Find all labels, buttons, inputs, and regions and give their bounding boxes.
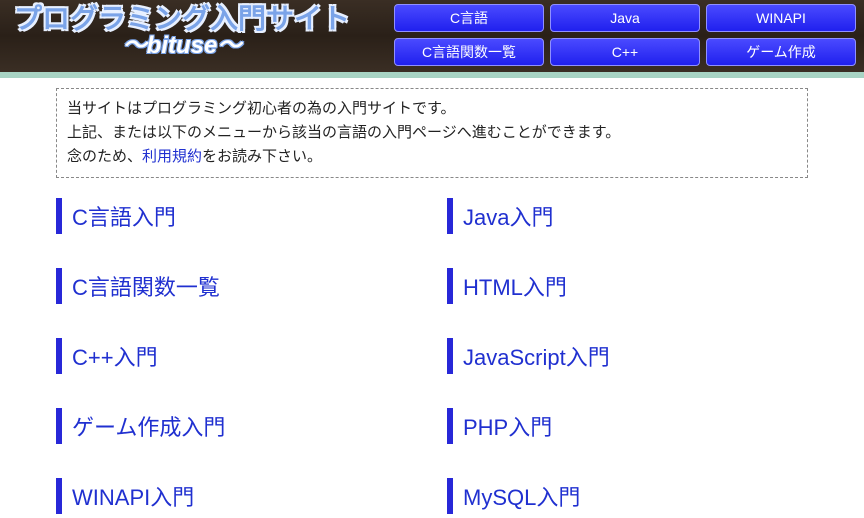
nav-c-func-list[interactable]: C言語関数一覧 [394, 38, 544, 66]
intro-line-3-prefix: 念のため、 [67, 148, 142, 165]
lang-php-intro[interactable]: PHP入門 [447, 408, 808, 444]
lang-game-dev-intro[interactable]: ゲーム作成入門 [56, 408, 417, 444]
site-title: プログラミング入門サイト [14, 3, 350, 34]
nav-cpp[interactable]: C++ [550, 38, 700, 66]
lang-javascript-intro[interactable]: JavaScript入門 [447, 338, 808, 374]
lang-c-intro[interactable]: C言語入門 [56, 198, 417, 234]
nav-game-dev[interactable]: ゲーム作成 [706, 38, 856, 66]
lang-html-intro[interactable]: HTML入門 [447, 268, 808, 304]
site-subtitle: 〜bituse〜 [14, 33, 350, 59]
intro-box: 当サイトはプログラミング初心者の為の入門サイトです。 上記、または以下のメニュー… [56, 88, 808, 178]
lang-winapi-intro[interactable]: WINAPI入門 [56, 478, 417, 514]
nav-winapi[interactable]: WINAPI [706, 4, 856, 32]
lang-mysql-intro[interactable]: MySQL入門 [447, 478, 808, 514]
terms-link[interactable]: 利用規約 [142, 148, 202, 165]
top-nav: C言語 Java WINAPI C言語関数一覧 C++ ゲーム作成 [394, 4, 856, 66]
nav-java[interactable]: Java [550, 4, 700, 32]
intro-line-3: 念のため、利用規約をお読み下さい。 [67, 145, 797, 169]
lang-cpp-intro[interactable]: C++入門 [56, 338, 417, 374]
intro-line-3-suffix: をお読み下さい。 [202, 148, 322, 165]
nav-c-lang[interactable]: C言語 [394, 4, 544, 32]
lang-java-intro[interactable]: Java入門 [447, 198, 808, 234]
intro-line-2: 上記、または以下のメニューから該当の言語の入門ページへ進むことができます。 [67, 121, 797, 145]
language-grid: C言語入門 Java入門 C言語関数一覧 HTML入門 C++入門 JavaSc… [56, 198, 808, 514]
site-title-block: プログラミング入門サイト 〜bituse〜 [8, 4, 350, 59]
site-header: プログラミング入門サイト 〜bituse〜 C言語 Java WINAPI C言… [0, 0, 864, 78]
intro-line-1: 当サイトはプログラミング初心者の為の入門サイトです。 [67, 97, 797, 121]
lang-c-func-list[interactable]: C言語関数一覧 [56, 268, 417, 304]
